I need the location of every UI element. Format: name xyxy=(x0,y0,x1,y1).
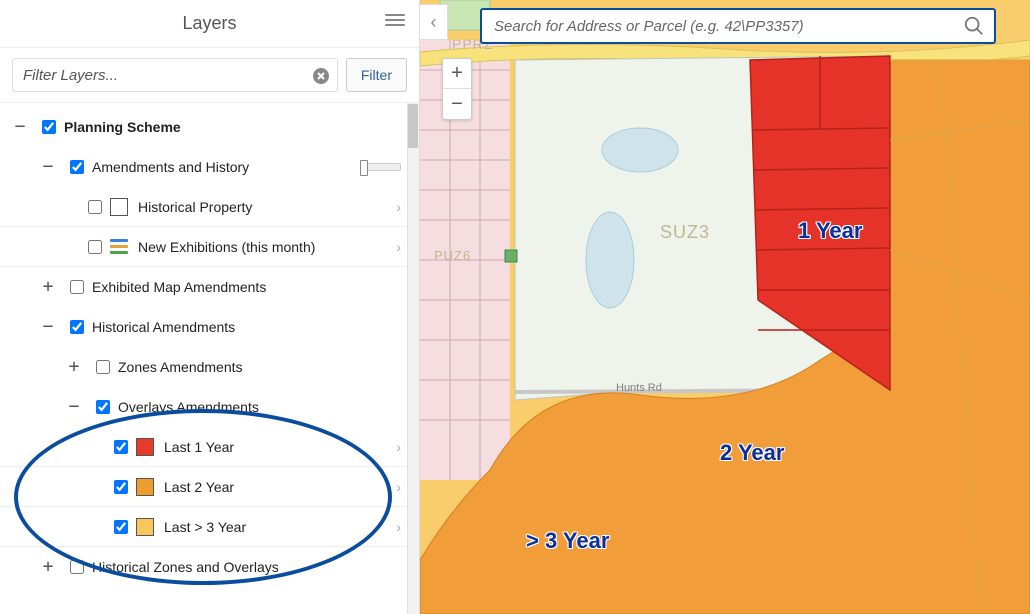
map-search-bar xyxy=(480,8,996,44)
overlay-label-3year: > 3 Year xyxy=(526,528,609,554)
legend-swatch xyxy=(136,438,154,456)
overlay-label-1year: 1 Year xyxy=(798,218,862,244)
legend-swatch xyxy=(136,518,154,536)
scrollbar-thumb[interactable] xyxy=(408,104,418,148)
search-input[interactable] xyxy=(482,18,954,35)
layer-label: Overlays Amendments xyxy=(118,399,407,415)
chevron-right-icon[interactable]: › xyxy=(390,479,407,495)
layer-label: Last 1 Year xyxy=(164,439,390,455)
layer-label: Amendments and History xyxy=(92,159,361,175)
zoom-in-button[interactable]: + xyxy=(443,59,471,89)
layer-label: Historical Zones and Overlays xyxy=(92,559,407,575)
tree-item-last-3-year[interactable]: Last > 3 Year › xyxy=(0,507,419,547)
layer-label: Last > 3 Year xyxy=(164,519,390,535)
chevron-right-icon[interactable]: › xyxy=(390,239,407,255)
expand-icon[interactable]: + xyxy=(62,358,86,376)
layer-label: Exhibited Map Amendments xyxy=(92,279,407,295)
layer-label: Zones Amendments xyxy=(118,359,407,375)
layer-checkbox[interactable] xyxy=(88,200,102,214)
tree-item-amendments-history[interactable]: − Amendments and History xyxy=(0,147,419,187)
zone-label-suz3: SUZ3 xyxy=(660,222,710,243)
map-canvas xyxy=(420,0,1030,614)
filter-button[interactable]: Filter xyxy=(346,58,407,92)
chevron-left-icon: ‹ xyxy=(431,12,437,33)
panel-title: Layers xyxy=(182,13,236,34)
collapse-sidebar-button[interactable]: ‹ xyxy=(420,4,448,40)
tree-item-hist-zones-overlays[interactable]: + Historical Zones and Overlays xyxy=(0,547,419,587)
list-icon xyxy=(110,238,128,256)
scrollbar-track[interactable] xyxy=(407,103,419,614)
layer-label: New Exhibitions (this month) xyxy=(138,239,390,255)
tree-item-overlays-amendments[interactable]: − Overlays Amendments xyxy=(0,387,419,427)
filter-input[interactable] xyxy=(13,67,337,84)
zoom-control: + − xyxy=(442,58,472,120)
expand-icon[interactable]: + xyxy=(36,278,60,296)
layer-checkbox[interactable] xyxy=(114,440,128,454)
opacity-slider[interactable] xyxy=(361,163,401,171)
chevron-right-icon[interactable]: › xyxy=(390,519,407,535)
expand-icon[interactable]: + xyxy=(36,558,60,576)
zoom-out-button[interactable]: − xyxy=(443,89,471,119)
layer-label: Last 2 Year xyxy=(164,479,390,495)
layer-checkbox[interactable] xyxy=(70,160,84,174)
tree-item-historical-amendments[interactable]: − Historical Amendments xyxy=(0,307,419,347)
tree-item-exhibited-map[interactable]: + Exhibited Map Amendments xyxy=(0,267,419,307)
layer-checkbox[interactable] xyxy=(70,320,84,334)
tree-item-last-1-year[interactable]: Last 1 Year › xyxy=(0,427,419,467)
tree-item-planning-scheme[interactable]: − Planning Scheme xyxy=(0,107,419,147)
layers-panel: Layers Filter − Planning Scheme xyxy=(0,0,420,614)
layer-checkbox[interactable] xyxy=(114,520,128,534)
street-label-hunts: Hunts Rd xyxy=(616,382,662,394)
layer-checkbox[interactable] xyxy=(96,400,110,414)
layer-label: Historical Amendments xyxy=(92,319,407,335)
overlay-label-2year: 2 Year xyxy=(720,440,784,466)
collapse-icon[interactable]: − xyxy=(8,118,32,136)
layer-tree: − Planning Scheme − Amendments and Histo… xyxy=(0,103,419,614)
tree-item-historical-property[interactable]: Historical Property › xyxy=(0,187,419,227)
tree-item-new-exhibitions[interactable]: New Exhibitions (this month) › xyxy=(0,227,419,267)
filter-row: Filter xyxy=(0,48,419,103)
legend-swatch xyxy=(110,198,128,216)
panel-menu-icon[interactable] xyxy=(385,14,405,32)
panel-header: Layers xyxy=(0,0,419,48)
layer-checkbox[interactable] xyxy=(70,560,84,574)
chevron-right-icon[interactable]: › xyxy=(390,439,407,455)
zone-label-puz6: PUZ6 xyxy=(434,248,471,263)
tree-item-last-2-year[interactable]: Last 2 Year › xyxy=(0,467,419,507)
layer-checkbox[interactable] xyxy=(88,240,102,254)
filter-input-wrap xyxy=(12,58,338,92)
layer-checkbox[interactable] xyxy=(42,120,56,134)
legend-swatch xyxy=(136,478,154,496)
collapse-icon[interactable]: − xyxy=(62,398,86,416)
layer-checkbox[interactable] xyxy=(96,360,110,374)
collapse-icon[interactable]: − xyxy=(36,318,60,336)
clear-icon[interactable] xyxy=(311,66,331,86)
search-button[interactable] xyxy=(954,10,994,42)
layer-checkbox[interactable] xyxy=(114,480,128,494)
map-viewport[interactable]: SUZ3 PPRZ PUZ6 Hunts Rd 1 Year 2 Year > … xyxy=(420,0,1030,614)
layer-label: Planning Scheme xyxy=(64,119,407,135)
tree-item-zones-amendments[interactable]: + Zones Amendments xyxy=(0,347,419,387)
chevron-right-icon[interactable]: › xyxy=(390,199,407,215)
layer-label: Historical Property xyxy=(138,199,390,215)
layer-checkbox[interactable] xyxy=(70,280,84,294)
search-icon xyxy=(963,15,985,37)
collapse-icon[interactable]: − xyxy=(36,158,60,176)
